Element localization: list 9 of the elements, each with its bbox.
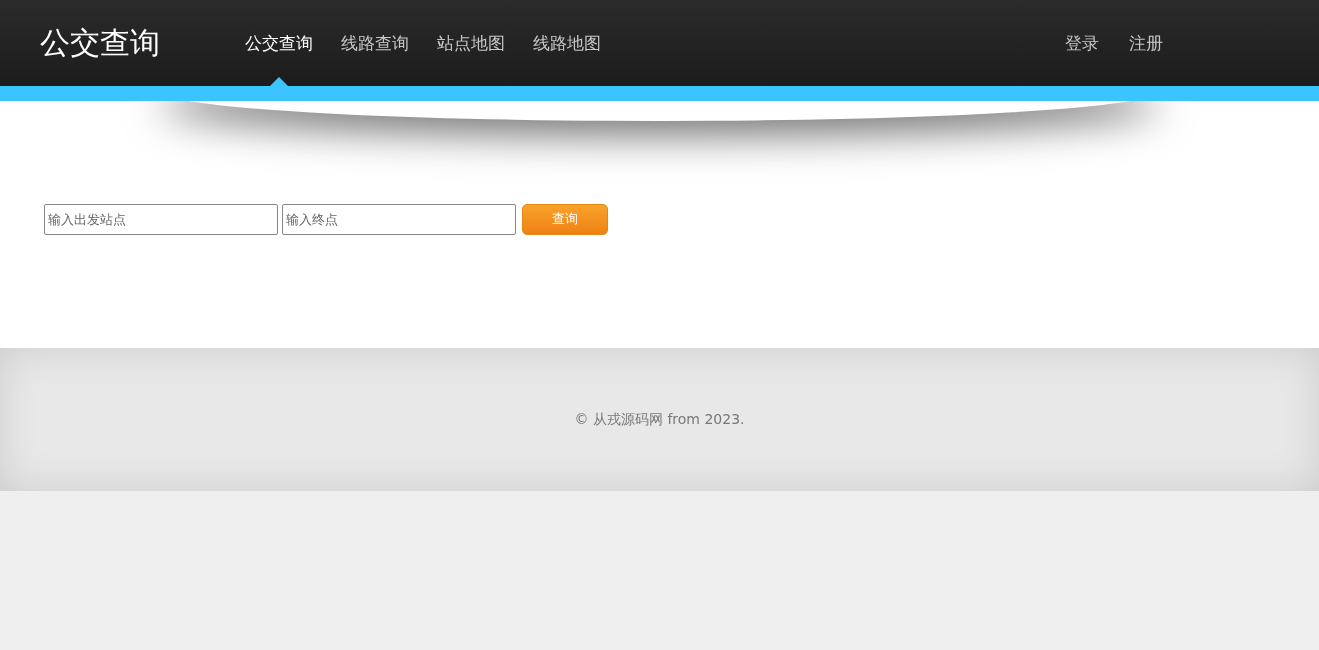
copyright-text: © 从戎源码网 from 2023. xyxy=(574,410,745,429)
nav-link[interactable]: 线路地图 xyxy=(533,0,601,86)
nav-link[interactable]: 站点地图 xyxy=(437,0,505,86)
register-link[interactable]: 注册 xyxy=(1129,31,1163,55)
site-logo: 公交查询 xyxy=(40,23,161,62)
end-station-field[interactable]: 输入终点 xyxy=(282,204,516,235)
nav-link[interactable]: 线路查询 xyxy=(341,0,409,86)
start-station-field[interactable]: 输入出发站点 xyxy=(44,204,278,235)
login-link[interactable]: 登录 xyxy=(1065,31,1099,55)
